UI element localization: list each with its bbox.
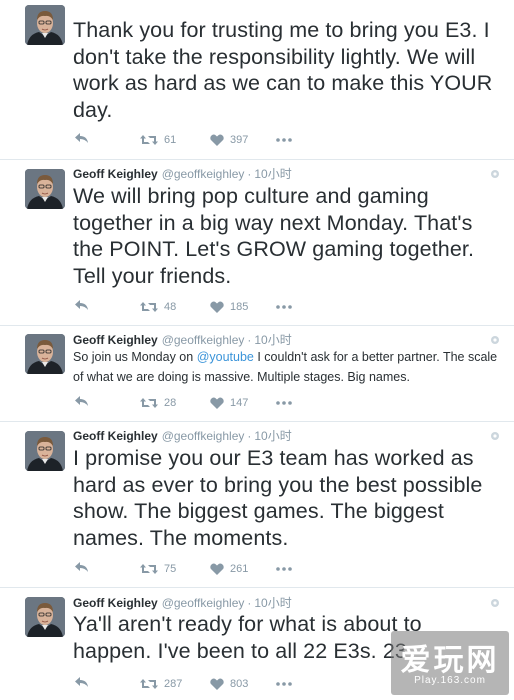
retweet-count: 28 [164,397,177,409]
reply-icon [74,132,90,144]
timestamp[interactable]: 10小时 [254,429,291,443]
more-icon [276,567,292,571]
reply-button[interactable] [74,132,90,144]
heart-icon [210,397,224,409]
avatar[interactable] [25,431,65,471]
tweet-text: I promise you our E3 team has worked as … [73,446,483,550]
site-watermark: 爱玩网 Play.163.com [391,631,509,695]
heart-icon [210,563,224,575]
author-handle[interactable]: @geoffkeighley [162,429,245,443]
tweet[interactable]: Geoff Keighley @geoffkeighley · 10小时 I prom… [0,422,514,588]
like-count: 261 [230,563,249,575]
retweet-icon [140,397,158,409]
mention-link[interactable]: @youtube [197,350,254,364]
retweet-icon [140,301,158,313]
retweet-button[interactable]: 287 [140,676,182,692]
gear-icon[interactable] [490,169,500,179]
heart-icon [210,134,224,146]
retweet-icon [140,134,158,146]
timestamp[interactable]: 10小时 [254,333,291,347]
retweet-count: 48 [164,301,177,313]
author-handle[interactable]: @geoffkeighley [162,333,245,347]
more-icon [276,682,292,686]
retweet-button[interactable]: 61 [140,132,176,148]
avatar[interactable] [25,5,65,45]
more-button[interactable] [276,305,292,309]
tweet-text: So join us Monday on @youtube I couldn't… [73,347,500,387]
reply-button[interactable] [74,299,90,311]
author-name[interactable]: Geoff Keighley [73,596,158,610]
avatar[interactable] [25,334,65,374]
retweet-count: 61 [164,134,177,146]
gear-icon[interactable] [490,431,500,441]
retweet-icon [140,678,158,690]
like-button[interactable]: 147 [210,395,248,411]
reply-icon [74,299,90,311]
reply-icon [74,561,90,573]
gear-icon[interactable] [490,335,500,345]
heart-icon [210,301,224,313]
separator: · [247,333,252,347]
watermark-url: Play.163.com [414,675,486,686]
reply-icon [74,676,90,688]
author-handle[interactable]: @geoffkeighley [162,167,245,181]
reply-button[interactable] [74,395,90,407]
separator: · [247,167,252,181]
retweet-icon [140,563,158,575]
reply-button[interactable] [74,676,90,688]
more-button[interactable] [276,682,292,686]
more-icon [276,305,292,309]
gear-icon[interactable] [490,598,500,608]
reply-button[interactable] [74,561,90,573]
more-button[interactable] [276,567,292,571]
tweet-text-part: So join us Monday on [73,350,197,364]
retweet-button[interactable]: 48 [140,299,176,315]
timestamp[interactable]: 10小时 [254,167,291,181]
separator: · [247,596,252,610]
like-count: 803 [230,678,249,690]
more-button[interactable] [276,401,292,405]
tweet-header: Geoff Keighley @geoffkeighley · 10小时 [73,165,292,183]
like-count: 147 [230,397,249,409]
retweet-button[interactable]: 75 [140,561,176,577]
avatar[interactable] [25,597,65,637]
retweet-count: 287 [164,678,183,690]
author-name[interactable]: Geoff Keighley [73,429,158,443]
tweet[interactable]: Geoff Keighley @geoffkeighley · 10小时 We wil… [0,160,514,326]
tweet[interactable]: Thank you for trusting me to bring you E… [0,0,514,160]
timestamp[interactable]: 10小时 [254,596,291,610]
tweet[interactable]: Geoff Keighley @geoffkeighley · 10小时 So joi… [0,326,514,422]
separator: · [247,429,252,443]
author-handle[interactable]: @geoffkeighley [162,596,245,610]
watermark-logo-text: 爱玩网 [400,643,500,678]
more-icon [276,401,292,405]
like-button[interactable]: 261 [210,561,248,577]
reply-icon [74,395,90,407]
retweet-button[interactable]: 28 [140,395,176,411]
avatar[interactable] [25,169,65,209]
author-name[interactable]: Geoff Keighley [73,333,158,347]
like-count: 185 [230,301,249,313]
heart-icon [210,678,224,690]
more-button[interactable] [276,138,292,142]
tweet-text: Thank you for trusting me to bring you E… [73,18,493,122]
author-name[interactable]: Geoff Keighley [73,167,158,181]
retweet-count: 75 [164,563,177,575]
tweet-header: Geoff Keighley @geoffkeighley · 10小时 [73,427,292,445]
more-icon [276,138,292,142]
tweet-text: We will bring pop culture and gaming tog… [73,184,475,288]
tweet-header: Geoff Keighley @geoffkeighley · 10小时 [73,594,292,612]
tweet-header [73,0,77,18]
like-button[interactable]: 803 [210,676,248,692]
like-count: 397 [230,134,249,146]
like-button[interactable]: 397 [210,132,248,148]
like-button[interactable]: 185 [210,299,248,315]
